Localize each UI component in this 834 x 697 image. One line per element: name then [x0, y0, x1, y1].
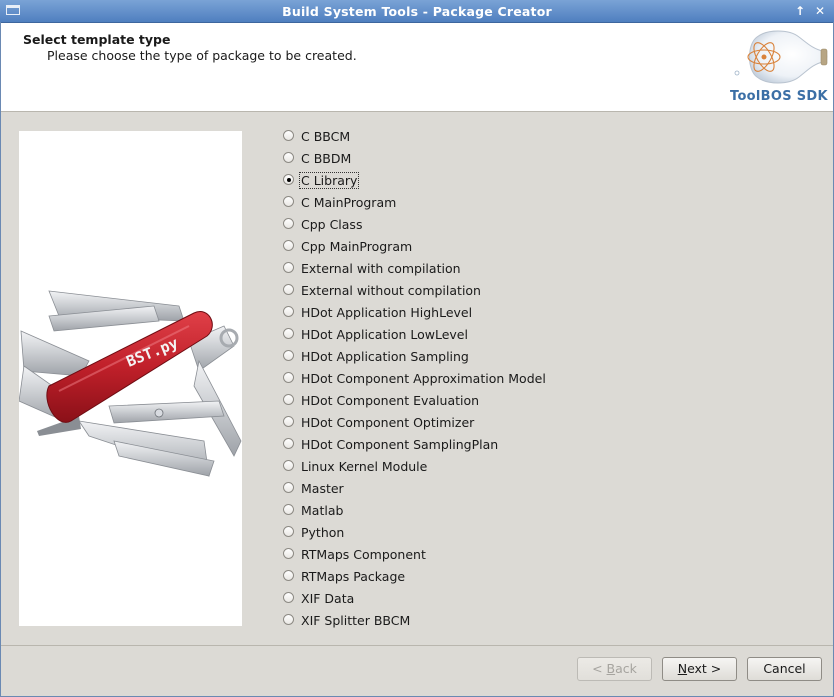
- radio-button[interactable]: [283, 460, 294, 471]
- radio-button[interactable]: [283, 218, 294, 229]
- pocket-knife-icon: BST.py: [18, 290, 242, 477]
- logo-text: ToolBOS SDK: [730, 89, 828, 104]
- next-button-suffix: ext >: [687, 661, 722, 676]
- template-option[interactable]: C BBDM: [282, 148, 582, 168]
- template-option[interactable]: Linux Kernel Module: [282, 456, 582, 476]
- page-title: Select template type: [23, 32, 171, 47]
- template-option-label[interactable]: Cpp Class: [301, 217, 362, 232]
- template-option-label[interactable]: External with compilation: [301, 261, 461, 276]
- template-option[interactable]: C MainProgram: [282, 192, 582, 212]
- template-option[interactable]: Cpp Class: [282, 214, 582, 234]
- radio-button[interactable]: [283, 526, 294, 537]
- radio-button[interactable]: [283, 152, 294, 163]
- radio-button[interactable]: [283, 394, 294, 405]
- template-option[interactable]: XIF Splitter BBCM: [282, 610, 582, 630]
- template-option[interactable]: External with compilation: [282, 258, 582, 278]
- template-option-label[interactable]: HDot Application Sampling: [301, 349, 469, 364]
- template-option-label[interactable]: HDot Component Evaluation: [301, 393, 479, 408]
- close-icon[interactable]: ✕: [812, 3, 828, 19]
- radio-button[interactable]: [283, 130, 294, 141]
- radio-button[interactable]: [283, 482, 294, 493]
- radio-button[interactable]: [283, 504, 294, 515]
- radio-button[interactable]: [283, 614, 294, 625]
- window-border-left: [0, 22, 1, 697]
- template-option[interactable]: HDot Component SamplingPlan: [282, 434, 582, 454]
- template-option-label[interactable]: HDot Component SamplingPlan: [301, 437, 498, 452]
- template-option[interactable]: HDot Application LowLevel: [282, 324, 582, 344]
- back-button-prefix: <: [592, 661, 607, 676]
- template-option[interactable]: HDot Component Approximation Model: [282, 368, 582, 388]
- template-option[interactable]: Master: [282, 478, 582, 498]
- template-option-label[interactable]: HDot Component Optimizer: [301, 415, 474, 430]
- radio-button[interactable]: [283, 592, 294, 603]
- back-button-mnemonic: B: [606, 661, 616, 676]
- back-button-suffix: ack: [615, 661, 637, 676]
- template-option-label[interactable]: Cpp MainProgram: [301, 239, 412, 254]
- template-option[interactable]: HDot Component Optimizer: [282, 412, 582, 432]
- template-option[interactable]: HDot Application Sampling: [282, 346, 582, 366]
- template-option-label[interactable]: HDot Application LowLevel: [301, 327, 468, 342]
- template-option[interactable]: C BBCM: [282, 126, 582, 146]
- radio-button[interactable]: [283, 174, 294, 185]
- radio-button[interactable]: [283, 328, 294, 339]
- template-option-label[interactable]: XIF Data: [301, 591, 354, 606]
- template-option-label[interactable]: RTMaps Package: [301, 569, 405, 584]
- template-option[interactable]: Python: [282, 522, 582, 542]
- page-subtitle: Please choose the type of package to be …: [47, 48, 357, 63]
- radio-button[interactable]: [283, 416, 294, 427]
- template-option[interactable]: Matlab: [282, 500, 582, 520]
- lightbulb-icon: [734, 30, 828, 84]
- radio-button[interactable]: [283, 548, 294, 559]
- template-option[interactable]: Cpp MainProgram: [282, 236, 582, 256]
- radio-button[interactable]: [283, 262, 294, 273]
- template-option[interactable]: HDot Component Evaluation: [282, 390, 582, 410]
- wizard-header: Select template type Please choose the t…: [1, 23, 833, 112]
- template-option[interactable]: HDot Application HighLevel: [282, 302, 582, 322]
- template-option-label[interactable]: HDot Application HighLevel: [301, 305, 472, 320]
- button-separator: [1, 645, 833, 646]
- radio-button[interactable]: [283, 372, 294, 383]
- template-option-label[interactable]: Linux Kernel Module: [301, 459, 427, 474]
- template-option[interactable]: RTMaps Component: [282, 544, 582, 564]
- radio-button[interactable]: [283, 306, 294, 317]
- template-option[interactable]: XIF Data: [282, 588, 582, 608]
- next-button-mnemonic: N: [677, 661, 688, 676]
- radio-button[interactable]: [283, 284, 294, 295]
- template-option-label[interactable]: C Library: [298, 172, 360, 189]
- template-option[interactable]: C Library: [282, 170, 582, 190]
- template-option-label[interactable]: Matlab: [301, 503, 343, 518]
- pocket-knife-image: BST.py: [18, 131, 242, 626]
- radio-button[interactable]: [283, 570, 294, 581]
- toolbos-logo: ToolBOS SDK: [727, 27, 831, 107]
- radio-button[interactable]: [283, 438, 294, 449]
- template-option-label[interactable]: C BBDM: [301, 151, 351, 166]
- radio-button[interactable]: [283, 196, 294, 207]
- template-option-label[interactable]: HDot Component Approximation Model: [301, 371, 546, 386]
- template-option[interactable]: RTMaps Package: [282, 566, 582, 586]
- cancel-button[interactable]: Cancel: [747, 657, 822, 681]
- title-bar: Build System Tools - Package Creator ↑ ✕: [0, 0, 834, 23]
- next-button[interactable]: Next >: [662, 657, 737, 681]
- template-option[interactable]: External without compilation: [282, 280, 582, 300]
- template-option-label[interactable]: XIF Splitter BBCM: [301, 613, 410, 628]
- maximize-icon[interactable]: ↑: [792, 3, 808, 19]
- template-option-label[interactable]: Master: [301, 481, 344, 496]
- radio-button[interactable]: [283, 240, 294, 251]
- template-option-label[interactable]: C BBCM: [301, 129, 350, 144]
- template-option-label[interactable]: Python: [301, 525, 344, 540]
- radio-button[interactable]: [283, 350, 294, 361]
- template-option-label[interactable]: External without compilation: [301, 283, 481, 298]
- template-option-label[interactable]: RTMaps Component: [301, 547, 426, 562]
- window-title: Build System Tools - Package Creator: [282, 4, 552, 19]
- template-option-label[interactable]: C MainProgram: [301, 195, 396, 210]
- back-button[interactable]: < Back: [577, 657, 652, 681]
